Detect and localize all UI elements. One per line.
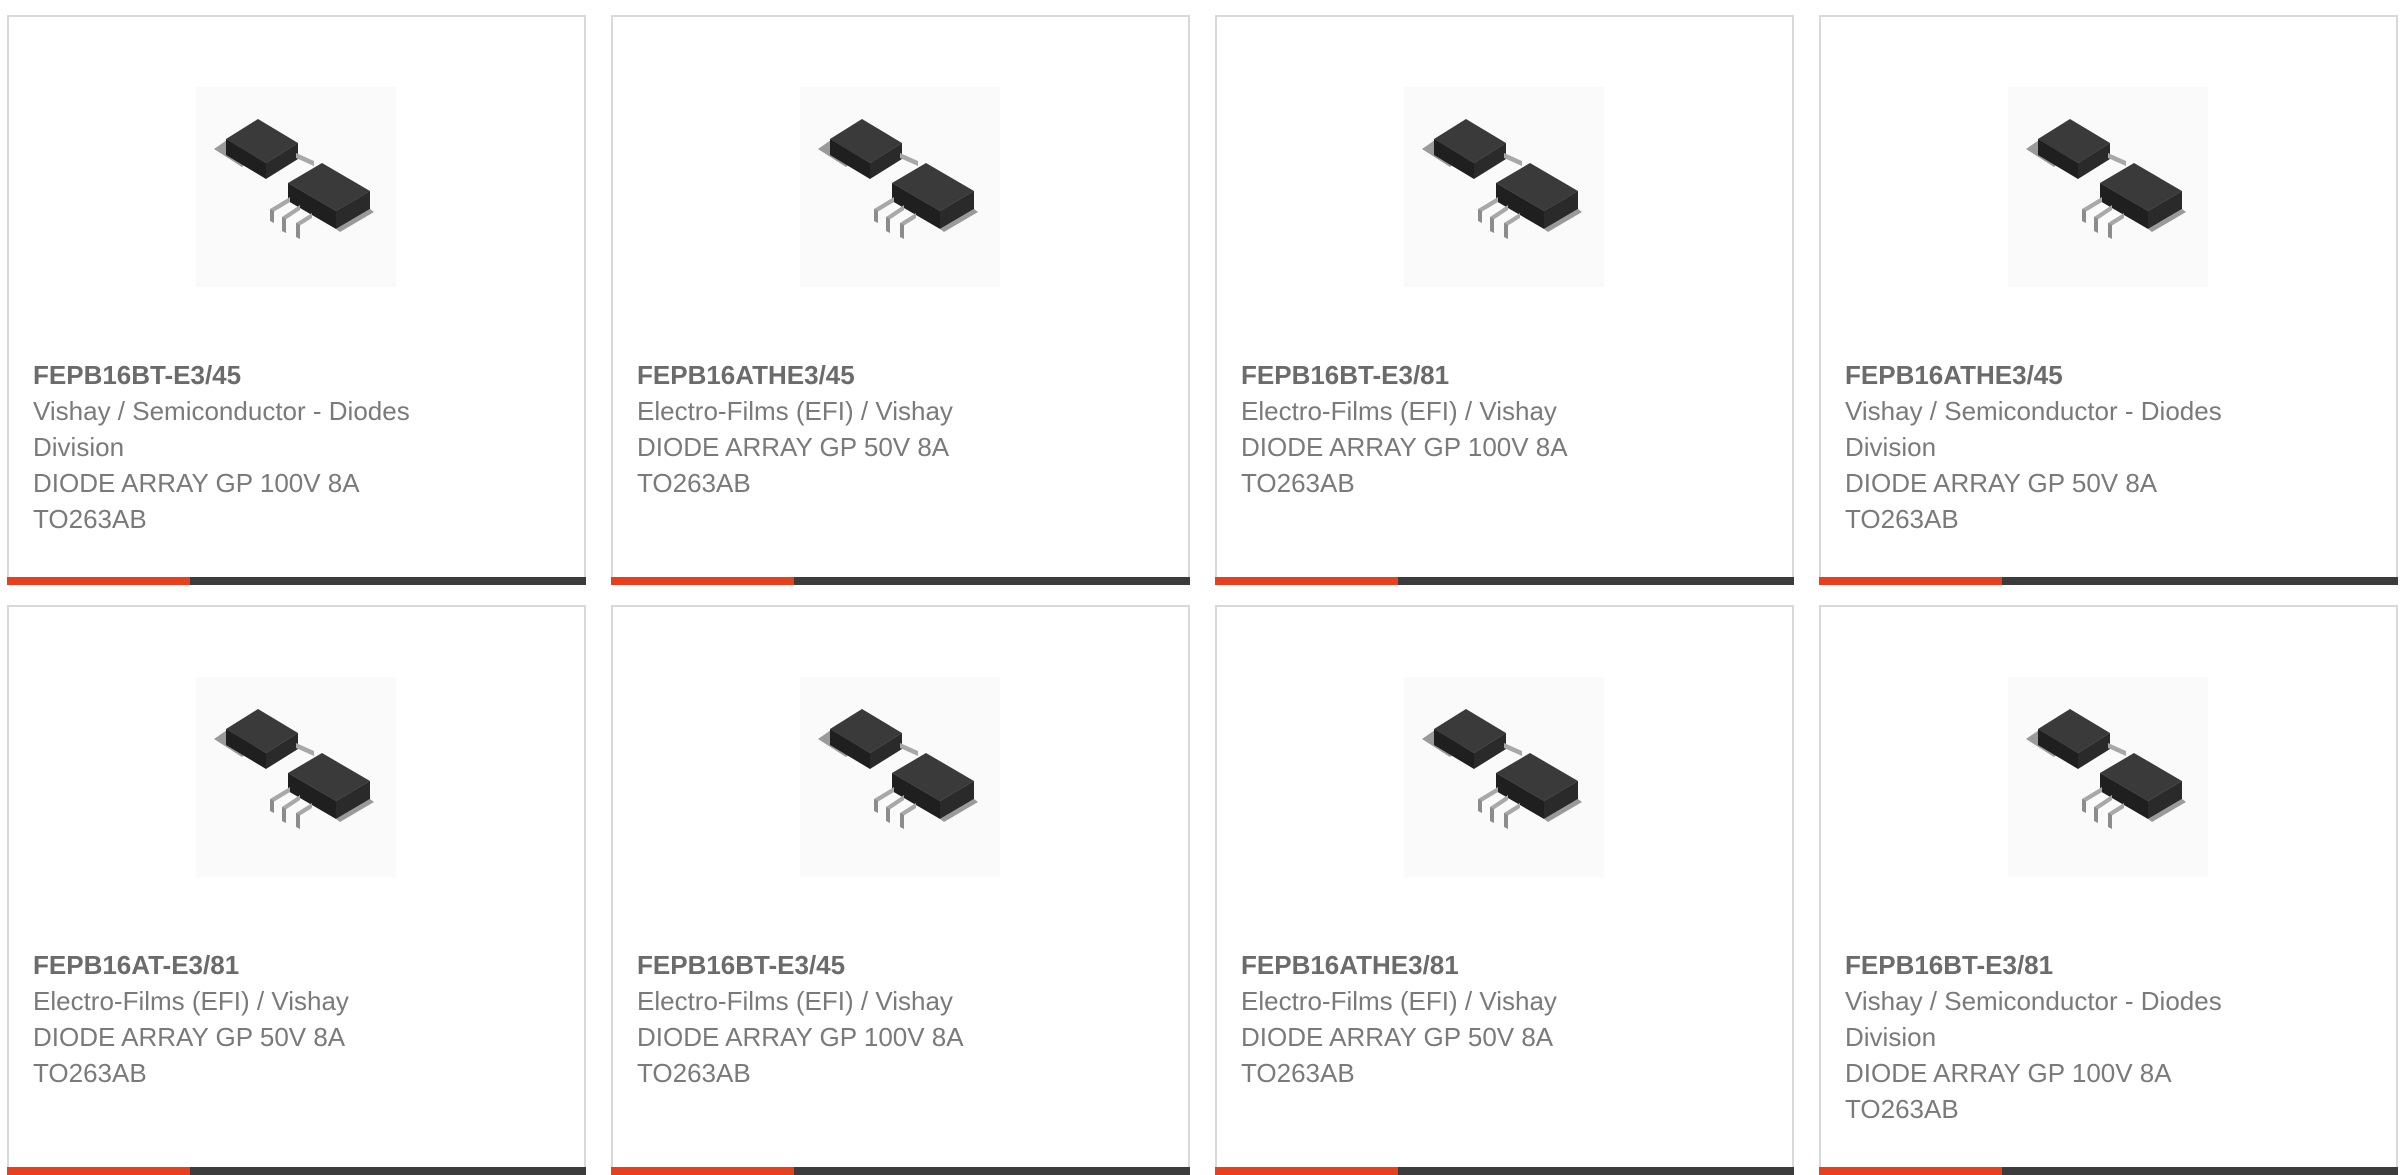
product-card[interactable]: FEPB16BT-E3/45 Electro-Films (EFI) / Vis…	[611, 605, 1190, 1175]
manufacturer: Electro-Films (EFI) / Vishay	[1241, 396, 1557, 426]
package-image[interactable]	[1404, 677, 1604, 877]
manufacturer: Electro-Films (EFI) / Vishay	[637, 986, 953, 1016]
part-number-link[interactable]: FEPB16BT-E3/81	[1241, 357, 1671, 393]
to263ab-package-icon	[818, 119, 978, 239]
manufacturer: Vishay / Semiconductor - Diodes Division	[1845, 986, 2222, 1052]
product-card[interactable]: FEPB16BT-E3/81 Vishay / Semiconductor - …	[1819, 605, 2398, 1175]
package-image[interactable]	[196, 677, 396, 877]
description: DIODE ARRAY GP 100V 8A TO263AB	[637, 1022, 963, 1088]
product-info: FEPB16ATHE3/45 Vishay / Semiconductor - …	[1845, 357, 2275, 537]
product-info: FEPB16ATHE3/45 Electro-Films (EFI) / Vis…	[637, 357, 1067, 501]
description: DIODE ARRAY GP 100V 8A TO263AB	[33, 468, 359, 534]
card-bottom-bar	[1819, 1167, 2398, 1175]
package-image[interactable]	[1404, 87, 1604, 287]
product-card[interactable]: FEPB16ATHE3/81 Electro-Films (EFI) / Vis…	[1215, 605, 1794, 1175]
card-accent-bar	[611, 1167, 794, 1175]
card-accent-bar	[1819, 1167, 2002, 1175]
package-image[interactable]	[800, 677, 1000, 877]
manufacturer: Vishay / Semiconductor - Diodes Division	[33, 396, 410, 462]
to263ab-package-icon	[1422, 709, 1582, 829]
product-card[interactable]: FEPB16ATHE3/45 Electro-Films (EFI) / Vis…	[611, 15, 1190, 585]
card-bottom-bar	[1819, 577, 2398, 585]
card-bottom-bar	[611, 577, 1190, 585]
to263ab-package-icon	[1422, 119, 1582, 239]
package-image[interactable]	[800, 87, 1000, 287]
to263ab-package-icon	[214, 119, 374, 239]
part-number-link[interactable]: FEPB16ATHE3/45	[1845, 357, 2275, 393]
product-info: FEPB16BT-E3/45 Vishay / Semiconductor - …	[33, 357, 463, 537]
to263ab-package-icon	[2026, 709, 2186, 829]
manufacturer: Vishay / Semiconductor - Diodes Division	[1845, 396, 2222, 462]
description: DIODE ARRAY GP 100V 8A TO263AB	[1241, 432, 1567, 498]
description: DIODE ARRAY GP 50V 8A TO263AB	[33, 1022, 344, 1088]
description: DIODE ARRAY GP 50V 8A TO263AB	[637, 432, 948, 498]
card-accent-bar	[7, 577, 190, 585]
part-number-link[interactable]: FEPB16ATHE3/81	[1241, 947, 1671, 983]
product-card[interactable]: FEPB16BT-E3/45 Vishay / Semiconductor - …	[7, 15, 586, 585]
to263ab-package-icon	[214, 709, 374, 829]
part-number-link[interactable]: FEPB16BT-E3/81	[1845, 947, 2275, 983]
manufacturer: Electro-Films (EFI) / Vishay	[33, 986, 349, 1016]
card-accent-bar	[1819, 577, 2002, 585]
card-bottom-bar	[7, 1167, 586, 1175]
card-accent-bar	[1215, 1167, 1398, 1175]
card-bottom-bar	[1215, 577, 1794, 585]
part-number-link[interactable]: FEPB16BT-E3/45	[33, 357, 463, 393]
card-bottom-bar	[1215, 1167, 1794, 1175]
part-number-link[interactable]: FEPB16AT-E3/81	[33, 947, 463, 983]
part-number-link[interactable]: FEPB16ATHE3/45	[637, 357, 1067, 393]
package-image[interactable]	[196, 87, 396, 287]
to263ab-package-icon	[2026, 119, 2186, 239]
card-bottom-bar	[7, 577, 586, 585]
product-card[interactable]: FEPB16AT-E3/81 Electro-Films (EFI) / Vis…	[7, 605, 586, 1175]
package-image[interactable]	[2008, 677, 2208, 877]
manufacturer: Electro-Films (EFI) / Vishay	[637, 396, 953, 426]
description: DIODE ARRAY GP 100V 8A TO263AB	[1845, 1058, 2171, 1124]
card-accent-bar	[611, 577, 794, 585]
product-card[interactable]: FEPB16ATHE3/45 Vishay / Semiconductor - …	[1819, 15, 2398, 585]
manufacturer: Electro-Films (EFI) / Vishay	[1241, 986, 1557, 1016]
card-bottom-bar	[611, 1167, 1190, 1175]
product-grid: FEPB16BT-E3/45 Vishay / Semiconductor - …	[0, 0, 2400, 1175]
description: DIODE ARRAY GP 50V 8A TO263AB	[1845, 468, 2156, 534]
product-info: FEPB16AT-E3/81 Electro-Films (EFI) / Vis…	[33, 947, 463, 1091]
package-image[interactable]	[2008, 87, 2208, 287]
description: DIODE ARRAY GP 50V 8A TO263AB	[1241, 1022, 1552, 1088]
to263ab-package-icon	[818, 709, 978, 829]
product-info: FEPB16BT-E3/81 Electro-Films (EFI) / Vis…	[1241, 357, 1671, 501]
product-card[interactable]: FEPB16BT-E3/81 Electro-Films (EFI) / Vis…	[1215, 15, 1794, 585]
part-number-link[interactable]: FEPB16BT-E3/45	[637, 947, 1067, 983]
product-info: FEPB16ATHE3/81 Electro-Films (EFI) / Vis…	[1241, 947, 1671, 1091]
product-info: FEPB16BT-E3/45 Electro-Films (EFI) / Vis…	[637, 947, 1067, 1091]
card-accent-bar	[7, 1167, 190, 1175]
product-info: FEPB16BT-E3/81 Vishay / Semiconductor - …	[1845, 947, 2275, 1127]
card-accent-bar	[1215, 577, 1398, 585]
